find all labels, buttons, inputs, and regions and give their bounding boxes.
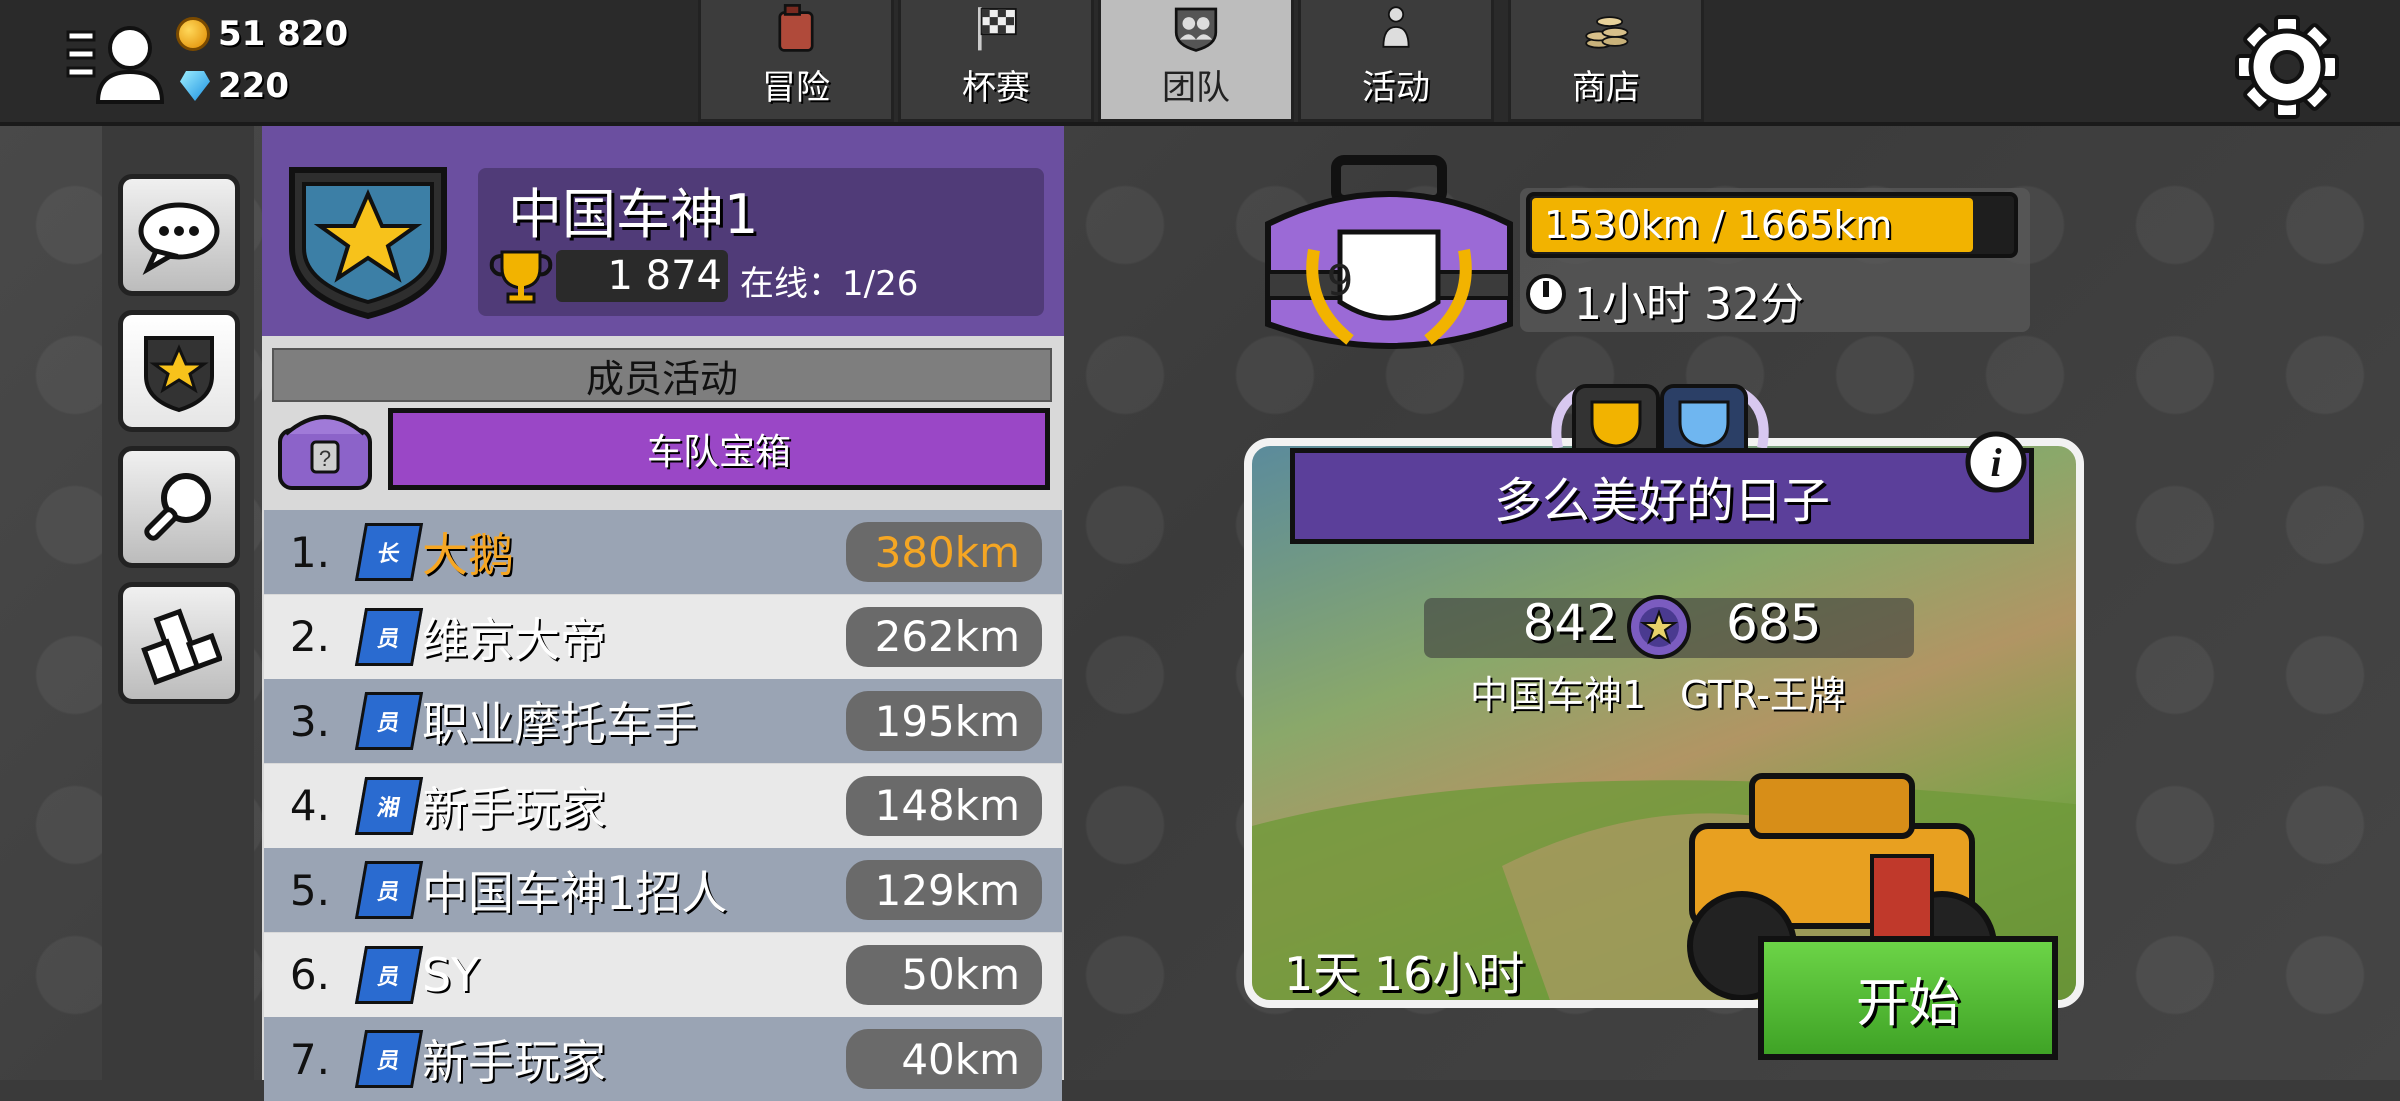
online-count: 在线：1/26 (740, 264, 919, 304)
member-distance: 380km (846, 522, 1042, 582)
member-rank: 1. (289, 527, 330, 577)
podium-icon (141, 608, 222, 686)
purple-chest-icon (1265, 155, 1513, 349)
member-activity-header: 成员活动 (272, 348, 1052, 402)
member-row[interactable]: 1. 长大鹅 380km (264, 510, 1062, 594)
member-name: 大鹅 (422, 528, 514, 582)
score-right: 685 (1726, 594, 1822, 652)
member-rank: 3. (289, 696, 330, 746)
trophy-icon (486, 246, 556, 306)
member-distance: 50km (846, 944, 1042, 1005)
member-role-badge: 湘 (354, 776, 424, 835)
info-button[interactable]: i (1964, 430, 2028, 494)
member-role-badge: 员 (354, 861, 424, 919)
profile-button[interactable] (62, 14, 166, 110)
start-button[interactable]: 开始 (1758, 936, 2058, 1060)
tab-team[interactable]: 团队 (1098, 0, 1294, 122)
coins-display: 51 820 (176, 14, 348, 54)
member-distance: 148km (846, 775, 1042, 836)
chest-icon: ? (278, 415, 372, 490)
member-name: 新手玩家 (422, 781, 606, 836)
checkered-flag-icon (978, 7, 1017, 51)
member-row[interactable]: 4. 湘新手玩家 148km (264, 763, 1062, 848)
gems-value: 220 (218, 66, 289, 106)
team-badge-button[interactable] (118, 310, 240, 432)
member-role-badge: 长 (354, 523, 424, 581)
gem-icon (180, 71, 210, 101)
tab-label: 商店 (1572, 68, 1640, 108)
tab-cups[interactable]: 杯赛 (898, 0, 1094, 122)
team-left-name: 中国车神1 (1470, 673, 1647, 717)
team-chest-bar[interactable]: 车队宝箱 (388, 408, 1050, 490)
member-name: 职业摩托车手 (422, 697, 698, 751)
timer-icon (1524, 272, 1568, 316)
member-name: 中国车神1招人 (422, 866, 728, 920)
svg-text:i: i (1990, 440, 2001, 485)
member-rank: 2. (289, 612, 330, 661)
team-chest-button[interactable]: ? (272, 404, 378, 494)
gems-display: 220 (180, 66, 289, 106)
chest-progress-text: 1530km / 1665km (1544, 203, 1893, 247)
member-distance: 195km (846, 691, 1042, 751)
star-shield-icon (289, 167, 447, 320)
member-row[interactable]: 5. 员中国车神1招人 129km (264, 848, 1062, 932)
team-icon (1174, 7, 1218, 52)
team-right-name: GTR-王牌 (1680, 673, 1846, 717)
event-icon (1382, 6, 1410, 48)
chat-button[interactable] (118, 174, 240, 296)
member-row[interactable]: 6. 员 SY 50km (264, 932, 1062, 1017)
search-button[interactable] (118, 446, 240, 568)
member-rank: 6. (289, 950, 330, 999)
member-name: 维京大帝 (422, 612, 606, 667)
score-left: 842 (1522, 594, 1618, 652)
team-emblem (284, 160, 452, 320)
member-row[interactable]: 3. 员职业摩托车手 195km (264, 679, 1062, 763)
member-distance: 262km (846, 606, 1042, 667)
search-icon (144, 473, 211, 541)
versus-star-icon (1622, 592, 1696, 662)
settings-button[interactable] (2232, 12, 2342, 122)
tab-adventure[interactable]: 冒险 (698, 0, 894, 122)
member-role-badge: 员 (354, 1030, 424, 1088)
member-row[interactable]: 2. 员维京大帝 262km (264, 594, 1062, 679)
leaderboard-button[interactable] (118, 582, 240, 704)
coins-value: 51 820 (218, 14, 349, 54)
member-rank: 7. (289, 1034, 330, 1084)
member-row[interactable]: 7. 员新手玩家 40km (264, 1017, 1062, 1101)
member-rank: 5. (289, 865, 330, 915)
team-chest-level (1254, 154, 1524, 374)
member-role-badge: 员 (354, 607, 424, 666)
fuel-can-icon (778, 4, 814, 52)
member-role-badge: 员 (354, 945, 424, 1004)
event-title: 多么美好的日子 (1290, 448, 2034, 544)
tab-label: 团队 (1162, 68, 1230, 108)
member-name: SY (422, 947, 480, 1002)
chat-bubble-icon (138, 202, 220, 275)
chest-timer: 1小时 32分 (1574, 279, 1804, 330)
member-distance: 40km (846, 1029, 1042, 1089)
tab-label: 活动 (1362, 68, 1430, 108)
team-badge-icon (144, 336, 214, 413)
coins-stack-icon (1585, 16, 1629, 49)
member-distance: 129km (846, 860, 1042, 920)
tab-label: 冒险 (762, 68, 830, 108)
trophy-count: 1 874 (607, 253, 722, 299)
profile-icon (66, 26, 165, 104)
coin-icon (176, 17, 210, 51)
tab-label: 杯赛 (962, 68, 1030, 108)
svg-text:?: ? (319, 446, 331, 471)
gear-icon (2235, 15, 2339, 119)
info-icon: i (1965, 431, 2027, 493)
member-rank: 4. (289, 781, 330, 830)
team-name: 中国车神1 (508, 183, 759, 246)
member-name: 新手玩家 (422, 1035, 606, 1089)
tab-events[interactable]: 活动 (1298, 0, 1494, 122)
chest-level-number: 9 (1326, 256, 1354, 305)
event-time-left: 1天 16小时 (1284, 947, 1525, 1001)
tab-shop[interactable]: 商店 (1508, 0, 1704, 122)
member-role-badge: 员 (354, 692, 424, 750)
